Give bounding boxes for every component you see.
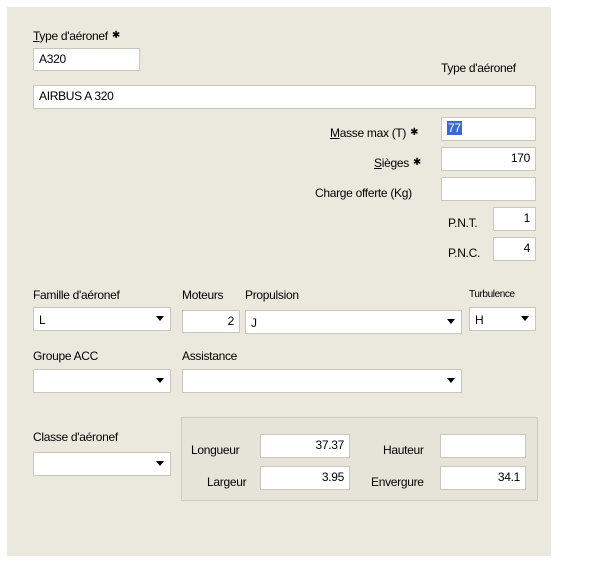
turbulence-select[interactable]: H (469, 307, 536, 331)
pnc-label: P.N.C. (448, 246, 480, 260)
turbulence-label: Turbulence (469, 289, 515, 300)
required-asterisk-icon: ✱ (111, 30, 120, 41)
chevron-down-icon[interactable] (447, 319, 455, 324)
moteurs-label: Moteurs (182, 288, 224, 302)
aircraft-type-form: Type d'aéronef ✱ A320 Type d'aéronef AIRB… (7, 7, 551, 556)
largeur-label: Largeur (207, 475, 247, 489)
dimensions-group: Longueur 37.37 Hauteur Largeur 3.95 Enve… (181, 417, 538, 501)
type-aeronef-description-label: Type d'aéronef (441, 61, 516, 75)
largeur-input[interactable]: 3.95 (260, 466, 350, 490)
required-asterisk-icon: ✱ (412, 157, 422, 168)
propulsion-value: J (251, 316, 257, 330)
chevron-down-icon[interactable] (156, 461, 164, 466)
assistance-select[interactable] (182, 369, 462, 393)
sieges-label: Sièges ✱ (374, 156, 422, 170)
masse-max-value: 77 (447, 121, 462, 135)
envergure-input[interactable]: 34.1 (440, 466, 526, 490)
propulsion-select[interactable]: J (245, 310, 462, 334)
required-asterisk-icon: ✱ (410, 127, 419, 138)
envergure-label: Envergure (371, 475, 424, 489)
sieges-input[interactable]: 170 (441, 147, 536, 171)
hauteur-input[interactable] (440, 434, 526, 458)
classe-aeronef-select[interactable] (33, 452, 171, 476)
chevron-down-icon[interactable] (521, 316, 529, 321)
masse-max-label: Masse max (T) ✱ (330, 126, 419, 140)
longueur-label: Longueur (191, 443, 240, 457)
chevron-down-icon[interactable] (447, 378, 455, 383)
type-aeronef-description-input[interactable]: AIRBUS A 320 (33, 85, 536, 109)
classe-aeronef-label: Classe d'aéronef (33, 430, 118, 444)
charge-offerte-input[interactable] (441, 177, 536, 201)
charge-offerte-label: Charge offerte (Kg) (315, 186, 412, 200)
turbulence-value: H (475, 313, 484, 327)
famille-aeronef-value: L (39, 313, 46, 327)
longueur-input[interactable]: 37.37 (260, 434, 350, 458)
assistance-label: Assistance (182, 349, 238, 363)
pnt-input[interactable]: 1 (493, 207, 536, 231)
famille-aeronef-select[interactable]: L (33, 307, 171, 331)
famille-aeronef-label: Famille d'aéronef (33, 288, 120, 302)
hauteur-label: Hauteur (383, 443, 424, 457)
chevron-down-icon[interactable] (156, 378, 164, 383)
type-aeronef-label: Type d'aéronef ✱ (33, 29, 120, 43)
groupe-acc-label: Groupe ACC (33, 349, 99, 363)
pnt-label: P.N.T. (448, 216, 478, 230)
propulsion-label: Propulsion (245, 288, 299, 302)
type-aeronef-code-input[interactable]: A320 (33, 48, 140, 71)
chevron-down-icon[interactable] (156, 316, 164, 321)
groupe-acc-select[interactable] (33, 369, 171, 393)
moteurs-input[interactable]: 2 (182, 310, 240, 333)
masse-max-input[interactable]: 77 (441, 117, 536, 141)
pnc-input[interactable]: 4 (493, 237, 536, 261)
